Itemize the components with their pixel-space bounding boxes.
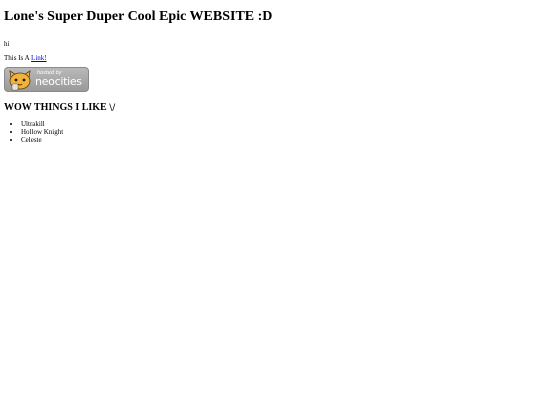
likes-list: Ultrakill Hollow Knight Celeste (4, 120, 536, 144)
list-item: Ultrakill (21, 120, 536, 128)
badge-text: hosted by neocities (35, 70, 87, 88)
neocities-cat-icon (9, 70, 31, 91)
likes-heading-text: WOW THINGS I LIKE (4, 102, 107, 113)
likes-heading-arrow: \/ (109, 103, 116, 113)
link-line: This Is A Link! (4, 54, 536, 63)
list-item: Hollow Knight (21, 128, 536, 136)
badge-brand: neocities (35, 75, 82, 88)
page-title: Lone's Super Duper Cool Epic WEBSITE :D (4, 9, 273, 24)
link-prefix: This Is A (4, 54, 32, 62)
likes-heading: WOW THINGS I LIKE \/ (4, 102, 536, 114)
list-item: Celeste (21, 136, 536, 144)
link[interactable]: Link! (31, 54, 47, 62)
greeting-text: hi (4, 40, 10, 48)
page: Lone's Super Duper Cool Epic WEBSITE :D … (0, 0, 540, 405)
neocities-badge[interactable]: hosted by neocities (4, 67, 89, 92)
